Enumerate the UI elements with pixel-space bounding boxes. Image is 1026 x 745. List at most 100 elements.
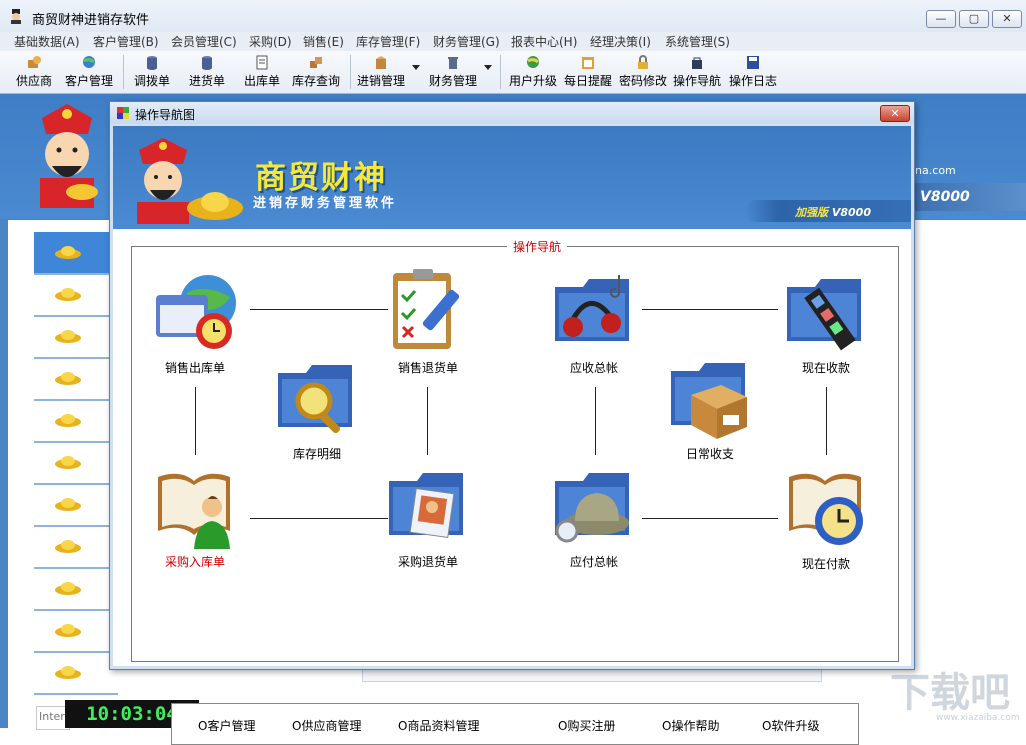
watermark-url: www.xiazaiba.com [936, 713, 1020, 723]
window-titlebar: 商贸财神进销存软件 — ▢ ✕ [0, 0, 1026, 32]
bag-icon [692, 57, 702, 69]
menu-customer[interactable]: 客户管理(B) [93, 33, 159, 50]
nav-purchase-in[interactable]: 采购入库单 [147, 461, 243, 570]
menu-sales[interactable]: 销售(E) [303, 33, 344, 50]
nav-purchase-return[interactable]: 采购退货单 [380, 461, 476, 570]
toolbar-stock-out-button[interactable]: 出库单 [244, 53, 280, 89]
link-operation-help[interactable]: O操作帮助 [662, 717, 719, 734]
dialog-body: 操作导航 销售出库单 销售退货单 应收总帐 现在收款 库存明细 日常收支 采购入… [113, 229, 911, 745]
left-nav-item[interactable] [34, 568, 118, 611]
left-nav-item[interactable] [34, 316, 118, 359]
nav-daily-expense-label: 日常收支 [685, 447, 734, 461]
toolbar-reminder-button[interactable]: 每日提醒 [564, 53, 612, 89]
menu-finance[interactable]: 财务管理(G) [433, 33, 500, 50]
clipboard-checklist-icon [393, 269, 460, 349]
toolbar-finance-mgmt-button[interactable]: 财务管理 [429, 53, 477, 89]
brand-subtitle: 进销存财务管理软件 [253, 196, 398, 211]
trash-icon [448, 57, 458, 69]
close-button[interactable]: ✕ [992, 10, 1022, 28]
gold-ingot-icon [55, 372, 81, 385]
menu-basic-data[interactable]: 基础数据(A) [14, 33, 80, 50]
toolbar-stock-query-button[interactable]: 库存查询 [292, 53, 340, 89]
dialog-header-banner: 商贸财神 进销存财务管理软件 加强版 V8000 [113, 126, 911, 229]
edition-version: 加强版 V8000 [795, 204, 871, 220]
toolbar-upgrade-button[interactable]: 用户升级 [509, 53, 557, 89]
toolbar-password-button[interactable]: 密码修改 [619, 53, 667, 89]
database-icon [147, 56, 157, 70]
toolbar-stock-out-label: 出库单 [244, 74, 281, 88]
quick-links-bar: O客户管理 O供应商管理 O商品资料管理 O购买注册 O操作帮助 O软件升级 [171, 703, 859, 745]
left-nav-item[interactable] [34, 274, 118, 317]
left-nav-item[interactable] [34, 526, 118, 569]
menu-system[interactable]: 系统管理(S) [665, 33, 730, 50]
minimize-button[interactable]: — [926, 10, 956, 28]
left-nav-item[interactable] [34, 232, 118, 275]
nav-sales-return[interactable]: 销售退货单 [380, 267, 476, 376]
edition-number: V8000 [831, 206, 871, 219]
left-nav-item[interactable] [34, 358, 118, 401]
nav-sales-return-label: 销售退货单 [397, 361, 458, 375]
toolbar-sales-mgmt-button[interactable]: 进销管理 [357, 53, 405, 89]
menu-inventory[interactable]: 库存管理(F) [356, 33, 420, 50]
nav-stock-detail-label: 库存明细 [292, 447, 341, 461]
gold-ingot-icon [55, 498, 81, 511]
nav-sales-out[interactable]: 销售出库单 [147, 269, 243, 376]
link-purchase-registration[interactable]: O购买注册 [558, 717, 615, 734]
flow-connector [250, 309, 388, 310]
toolbar: 供应商 客户管理 调拨单 进货单 出库单 库存查询 进销管理 财务管理 用户升级… [0, 51, 1026, 94]
gold-ingot-icon [55, 246, 81, 259]
toolbar-sales-mgmt-label: 进销管理 [357, 74, 406, 88]
nav-receivable[interactable]: 应收总帐 [546, 267, 642, 376]
left-nav-item[interactable] [34, 484, 118, 527]
toolbar-guide-button[interactable]: 操作导航 [673, 53, 721, 89]
left-nav-item[interactable] [34, 652, 118, 695]
gold-ingot-icon [55, 624, 81, 637]
nav-sales-out-label: 销售出库单 [164, 361, 225, 375]
navigation-dialog: 操作导航图 ✕ 商贸财神 进销存财务管理软件 加强版 V8000 操作导航 销售… [109, 101, 915, 745]
menu-manager[interactable]: 经理决策(I) [590, 33, 651, 50]
toolbar-separator [350, 55, 351, 89]
gold-ingot-icon [55, 582, 81, 595]
toolbar-reminder-label: 每日提醒 [564, 74, 613, 88]
nav-stock-detail[interactable]: 库存明细 [269, 353, 365, 462]
toolbar-purchase-in-label: 进货单 [189, 74, 226, 88]
toolbar-log-button[interactable]: 操作日志 [729, 53, 777, 89]
sales-mgmt-dropdown-arrow-icon[interactable] [412, 65, 420, 70]
nav-payable[interactable]: 应付总帐 [546, 461, 642, 570]
brand-title: 商贸财神 [255, 160, 387, 196]
link-supplier-management[interactable]: O供应商管理 [292, 717, 361, 734]
dialog-close-button[interactable]: ✕ [880, 105, 910, 122]
boxes-icon [310, 57, 322, 68]
link-customer-management[interactable]: O客户管理 [198, 717, 255, 734]
document-icon [256, 55, 268, 70]
navigation-frame-title: 操作导航 [507, 238, 568, 255]
toolbar-transfer-button[interactable]: 调拨单 [134, 53, 170, 89]
menu-member[interactable]: 会员管理(C) [171, 33, 237, 50]
toolbar-purchase-in-button[interactable]: 进货单 [189, 53, 225, 89]
supplier-icon [28, 56, 41, 68]
nav-daily-expense[interactable]: 日常收支 [662, 351, 758, 462]
window-title: 商贸财神进销存软件 [32, 13, 150, 28]
left-nav-item[interactable] [34, 400, 118, 443]
edition-tag: 加强版 [795, 206, 828, 219]
save-disk-icon [747, 56, 759, 69]
nav-purchase-in-label: 采购入库单 [164, 555, 225, 569]
menu-reports[interactable]: 报表中心(H) [511, 33, 577, 50]
left-nav-item[interactable] [34, 442, 118, 485]
left-nav-item[interactable] [34, 610, 118, 653]
link-software-upgrade[interactable]: O软件升级 [762, 717, 819, 734]
nav-cash-receipt[interactable]: 现在收款 [778, 267, 874, 376]
flow-connector [595, 387, 596, 455]
menu-purchase[interactable]: 采购(D) [249, 33, 292, 50]
finance-mgmt-dropdown-arrow-icon[interactable] [484, 65, 492, 70]
nav-cash-payment[interactable]: 现在付款 [778, 461, 874, 572]
toolbar-supplier-button[interactable]: 供应商 [16, 53, 52, 89]
link-product-management[interactable]: O商品资料管理 [398, 717, 479, 734]
toolbar-log-label: 操作日志 [729, 74, 778, 88]
dialog-titlebar: 操作导航图 ✕ [110, 102, 914, 124]
maximize-button[interactable]: ▢ [959, 10, 989, 28]
gold-ingot-icon [55, 414, 81, 427]
flow-connector [826, 387, 827, 455]
toolbar-customer-button[interactable]: 客户管理 [65, 53, 113, 89]
gold-ingot-icon [55, 288, 81, 301]
